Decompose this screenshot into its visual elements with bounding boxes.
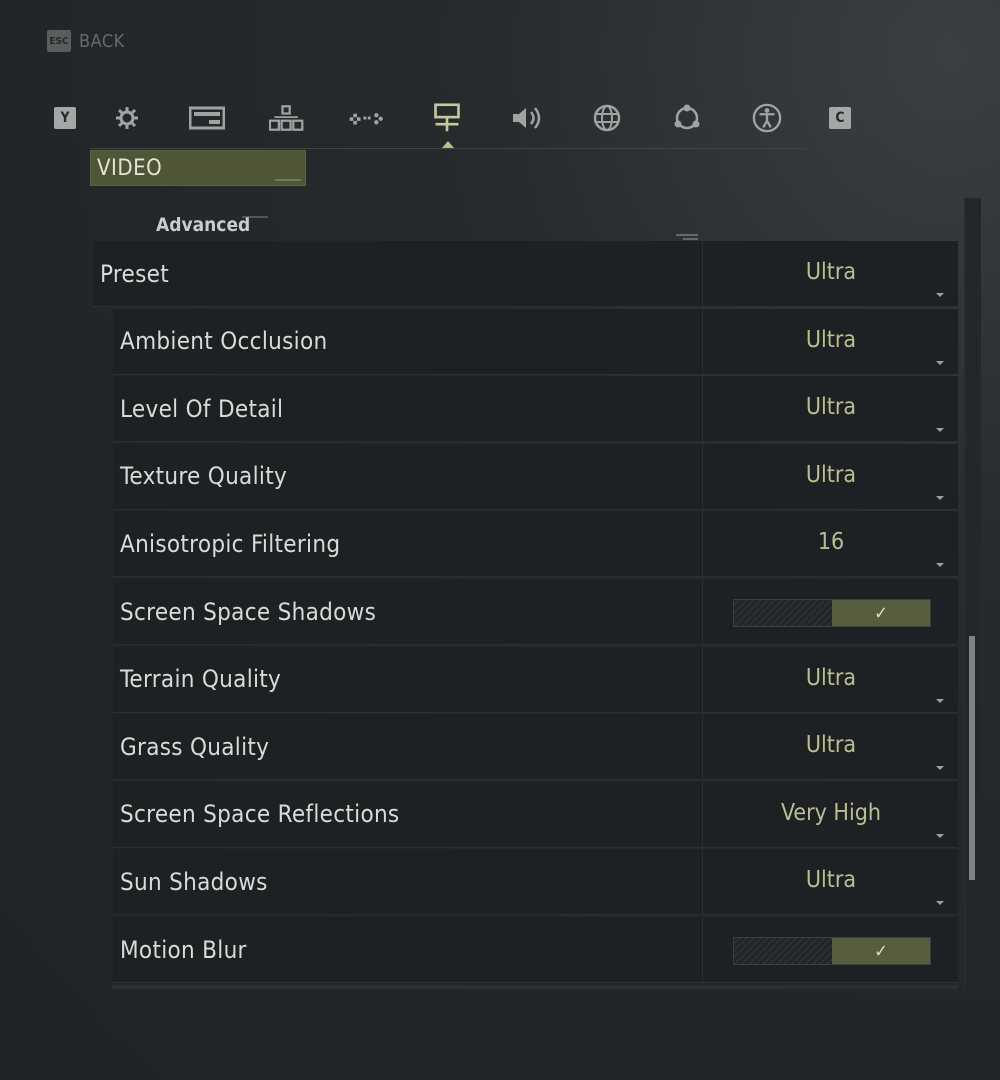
setting-value: Ultra [805, 326, 857, 353]
setting-label: Screen Space Reflections [120, 800, 400, 829]
dropdown-caret-icon [936, 901, 944, 906]
setting-row-texture-quality[interactable]: Texture Quality Ultra [113, 443, 958, 510]
tab-audio[interactable] [507, 96, 547, 140]
setting-value: Ultra [805, 732, 857, 759]
setting-value: 16 [817, 529, 845, 556]
setting-row-screen-space-shadows[interactable]: Screen Space Shadows ✓ [113, 579, 958, 645]
decorative-mark [683, 238, 698, 240]
network-icon [674, 104, 700, 130]
setting-value: Ultra [805, 259, 857, 285]
toggle-switch[interactable]: ✓ [733, 599, 931, 627]
esc-key-icon: ESC [47, 30, 71, 52]
setting-label: Texture Quality [120, 462, 288, 491]
setting-toggle-cell[interactable]: ✓ [702, 917, 958, 983]
setting-label: Screen Space Shadows [120, 597, 377, 626]
setting-value: Ultra [805, 394, 857, 421]
active-tab-indicator [442, 141, 454, 148]
tab-interface[interactable] [267, 96, 307, 140]
back-button[interactable]: ESC BACK [47, 30, 125, 52]
scrollbar-thumb[interactable] [969, 636, 975, 880]
tab-network[interactable] [667, 96, 707, 140]
decorative-mark [676, 234, 698, 236]
audio-icon [513, 107, 541, 129]
setting-label: Level Of Detail [120, 394, 284, 423]
dropdown-caret-icon [936, 698, 944, 703]
tab-divider [90, 148, 806, 149]
decorative-mark [275, 179, 301, 181]
setting-label: Anisotropic Filtering [120, 529, 341, 558]
setting-dropdown[interactable]: Ultra [702, 241, 958, 307]
dropdown-caret-icon [936, 360, 944, 365]
tab-video[interactable] [427, 96, 467, 140]
accessibility-icon [752, 103, 782, 133]
setting-row-ambient-occlusion[interactable]: Ambient Occlusion Ultra [113, 308, 958, 375]
setting-label: Terrain Quality [120, 665, 282, 694]
tab-controls[interactable] [347, 96, 387, 140]
setting-dropdown[interactable]: Ultra [702, 376, 958, 443]
setting-dropdown[interactable]: Ultra [702, 443, 958, 510]
dropdown-caret-icon [936, 428, 944, 433]
setting-row-screen-space-reflections[interactable]: Screen Space Reflections Very High [113, 781, 958, 848]
settings-tab-bar: Y C [50, 96, 910, 140]
setting-label: Motion Blur [120, 935, 247, 964]
setting-label: Grass Quality [120, 732, 270, 761]
setting-dropdown[interactable]: Ultra [702, 714, 958, 781]
y-key-icon: Y [54, 107, 76, 129]
gear-icon [116, 107, 138, 129]
back-label: BACK [79, 30, 125, 52]
tab-accessibility[interactable] [747, 96, 787, 140]
list-bottom-edge [112, 985, 958, 989]
display-icon [189, 106, 225, 130]
setting-dropdown[interactable]: 16 [702, 511, 958, 578]
decorative-mark [242, 216, 268, 218]
subheader-advanced: Advanced [156, 214, 251, 236]
setting-value: Ultra [805, 664, 857, 691]
tab-language[interactable] [587, 96, 627, 140]
hierarchy-icon [269, 105, 304, 131]
section-title: VIDEO [90, 150, 306, 186]
video-settings-icon [434, 103, 460, 132]
setting-dropdown[interactable]: Very High [702, 781, 958, 848]
tab-prev-key[interactable]: Y [45, 96, 85, 140]
tab-next-key[interactable]: C [820, 96, 860, 140]
c-key-icon: C [829, 107, 851, 129]
setting-value: Ultra [805, 867, 857, 894]
checkmark-icon: ✓ [832, 600, 930, 626]
setting-value: Ultra [805, 461, 857, 488]
toggle-switch[interactable]: ✓ [733, 937, 931, 965]
globe-icon [593, 104, 621, 132]
setting-dropdown[interactable]: Ultra [702, 646, 958, 713]
setting-row-terrain-quality[interactable]: Terrain Quality Ultra [113, 646, 958, 713]
setting-label: Sun Shadows [120, 867, 268, 896]
setting-label: Ambient Occlusion [120, 327, 328, 356]
setting-toggle-cell[interactable]: ✓ [702, 579, 958, 645]
setting-row-motion-blur[interactable]: Motion Blur ✓ [113, 917, 958, 983]
dropdown-caret-icon [936, 495, 944, 500]
tab-display[interactable] [187, 96, 227, 140]
setting-label: Preset [100, 259, 170, 288]
section-title-text: VIDEO [97, 155, 163, 181]
setting-row-anisotropic-filtering[interactable]: Anisotropic Filtering 16 [113, 511, 958, 578]
setting-value: Very High [781, 799, 881, 826]
checkmark-icon: ✓ [832, 938, 930, 964]
setting-dropdown[interactable]: Ultra [702, 308, 958, 375]
setting-row-sun-shadows[interactable]: Sun Shadows Ultra [113, 849, 958, 916]
setting-row-level-of-detail[interactable]: Level Of Detail Ultra [113, 376, 958, 443]
dropdown-caret-icon [936, 766, 944, 771]
dropdown-caret-icon [936, 833, 944, 838]
dropdown-caret-icon [936, 563, 944, 568]
setting-dropdown[interactable]: Ultra [702, 849, 958, 916]
tab-gameplay[interactable] [107, 96, 147, 140]
controller-icon [349, 112, 383, 125]
setting-row-grass-quality[interactable]: Grass Quality Ultra [113, 714, 958, 781]
setting-row-preset[interactable]: Preset Ultra [93, 241, 958, 307]
dropdown-caret-icon [936, 293, 944, 297]
